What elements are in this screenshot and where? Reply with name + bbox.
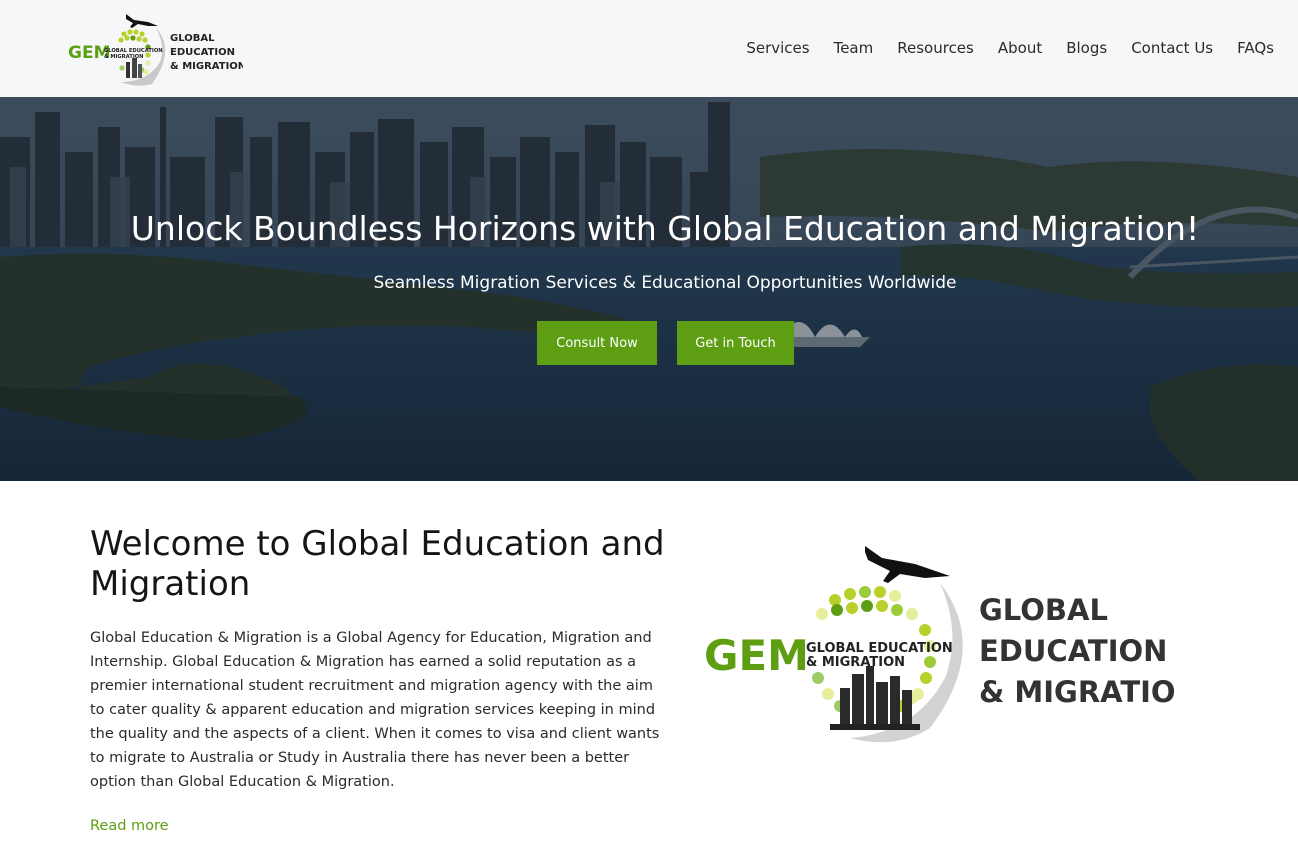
gem-logo-large: GEM GLOBAL EDUCATION & MIGRATION GLOBAL … bbox=[700, 538, 1200, 750]
main-nav: Services Team Resources About Blogs Cont… bbox=[722, 38, 1274, 58]
svg-text:GLOBAL EDUCATION: GLOBAL EDUCATION bbox=[806, 641, 953, 656]
svg-text:EDUCATION: EDUCATION bbox=[979, 634, 1167, 668]
site-logo[interactable]: GEM GLOBAL EDUCATION & MIGRATION GLOBAL … bbox=[68, 10, 246, 88]
svg-text:GLOBAL: GLOBAL bbox=[170, 33, 215, 44]
svg-text:& MIGRATION: & MIGRATION bbox=[104, 54, 144, 60]
nav-contact-us[interactable]: Contact Us bbox=[1131, 38, 1213, 58]
nav-services[interactable]: Services bbox=[746, 38, 809, 58]
hero-banner: Unlock Boundless Horizons with Global Ed… bbox=[0, 97, 1298, 481]
svg-text:GLOBAL: GLOBAL bbox=[979, 593, 1108, 627]
consult-now-button[interactable]: Consult Now bbox=[537, 321, 657, 365]
welcome-text: Global Education & Migration is a Global… bbox=[90, 630, 660, 790]
nav-faqs[interactable]: FAQs bbox=[1237, 38, 1274, 58]
read-more-link[interactable]: Read more bbox=[90, 818, 169, 834]
hero-subtitle: Seamless Migration Services & Educationa… bbox=[373, 273, 957, 293]
nav-about[interactable]: About bbox=[998, 38, 1042, 58]
svg-text:& MIGRATION: & MIGRATION bbox=[979, 675, 1175, 709]
nav-resources[interactable]: Resources bbox=[897, 38, 974, 58]
svg-text:GEM: GEM bbox=[704, 631, 809, 680]
svg-text:& MIGRATION: & MIGRATION bbox=[806, 655, 905, 670]
get-in-touch-button[interactable]: Get in Touch bbox=[677, 321, 794, 365]
site-header: GEM GLOBAL EDUCATION & MIGRATION GLOBAL … bbox=[0, 0, 1298, 97]
svg-text:& MIGRATION: & MIGRATION bbox=[170, 61, 243, 72]
nav-blogs[interactable]: Blogs bbox=[1066, 38, 1107, 58]
hero-title: Unlock Boundless Horizons with Global Ed… bbox=[130, 209, 1200, 248]
nav-team[interactable]: Team bbox=[834, 38, 874, 58]
welcome-title: Welcome to Global Education and Migratio… bbox=[90, 524, 665, 604]
svg-text:EDUCATION: EDUCATION bbox=[170, 47, 235, 58]
